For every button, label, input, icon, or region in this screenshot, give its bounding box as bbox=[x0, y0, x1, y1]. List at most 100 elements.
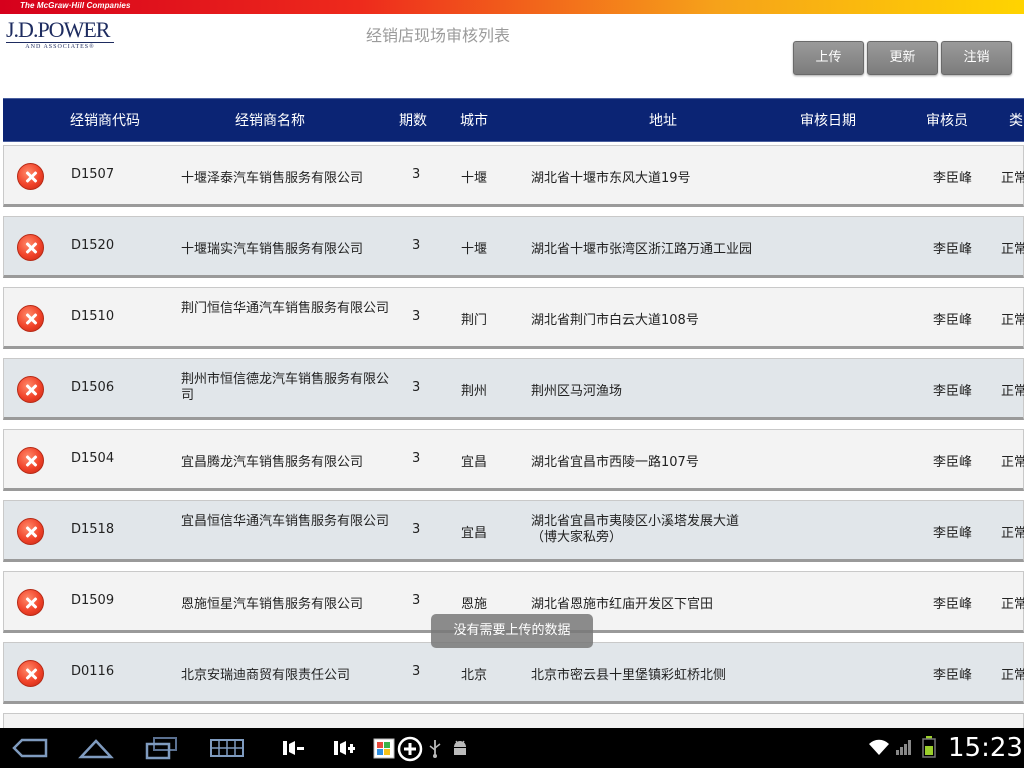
auditor: 李臣峰 bbox=[933, 668, 973, 683]
city: 荆门 bbox=[461, 313, 488, 328]
dealer-name: 十堰瑞实汽车销售服务有限公司 bbox=[181, 242, 364, 257]
volume-down-icon[interactable] bbox=[281, 737, 305, 759]
dealer-code: D1518 bbox=[71, 522, 115, 537]
dealer-code: D1510 bbox=[71, 309, 115, 324]
table-row[interactable]: D1507 十堰泽泰汽车销售服务有限公司 3 十堰 湖北省十堰市东风大道19号 … bbox=[3, 145, 1024, 207]
period: 3 bbox=[412, 238, 421, 253]
city: 北京 bbox=[461, 668, 488, 683]
keyboard-icon[interactable] bbox=[210, 739, 244, 757]
system-bar bbox=[0, 728, 1024, 768]
table-row[interactable]: D1506 荆州市恒信德龙汽车销售服务有限公司 3 荆州 荆州区马河渔场 李臣峰… bbox=[3, 358, 1024, 420]
type: 正常 bbox=[1001, 384, 1024, 399]
delete-icon[interactable] bbox=[17, 518, 44, 545]
dealer-name: 宜昌腾龙汽车销售服务有限公司 bbox=[181, 455, 364, 470]
toast-message: 没有需要上传的数据 bbox=[431, 614, 593, 648]
address: 湖北省宜昌市夷陵区小溪塔发展大道（博大家私旁） bbox=[531, 514, 740, 545]
type: 正常 bbox=[1001, 526, 1024, 541]
period: 3 bbox=[412, 380, 421, 395]
period: 3 bbox=[412, 593, 421, 608]
type: 正常 bbox=[1001, 668, 1024, 683]
battery-icon bbox=[922, 736, 936, 758]
volume-up-icon[interactable] bbox=[332, 737, 356, 759]
brand-strip: The McGraw·Hill Companies bbox=[0, 0, 1024, 14]
upload-button[interactable]: 上传 bbox=[793, 41, 864, 75]
type: 正常 bbox=[1001, 242, 1024, 257]
table-row[interactable]: D1520 十堰瑞实汽车销售服务有限公司 3 十堰 湖北省十堰市张湾区浙江路万通… bbox=[3, 216, 1024, 278]
city: 恩施 bbox=[461, 597, 488, 612]
system-clock: 15:23 bbox=[948, 733, 1023, 763]
delete-icon[interactable] bbox=[17, 660, 44, 687]
address: 湖北省恩施市红庙开发区下官田 bbox=[531, 597, 714, 612]
dealer-code: D1506 bbox=[71, 380, 115, 395]
dealer-name: 十堰泽泰汽车销售服务有限公司 bbox=[181, 171, 364, 186]
logout-button[interactable]: 注销 bbox=[941, 41, 1012, 75]
city: 十堰 bbox=[461, 242, 488, 257]
delete-icon[interactable] bbox=[17, 447, 44, 474]
auditor: 李臣峰 bbox=[933, 313, 973, 328]
city: 宜昌 bbox=[461, 455, 488, 470]
period: 3 bbox=[412, 309, 421, 324]
dealer-code: D1504 bbox=[71, 451, 115, 466]
column-header-period: 期数 bbox=[399, 113, 427, 129]
period: 3 bbox=[412, 664, 421, 679]
auditor: 李臣峰 bbox=[933, 526, 973, 541]
logo-sub-text: AND ASSOCIATES® bbox=[6, 42, 114, 51]
delete-icon[interactable] bbox=[17, 376, 44, 403]
city: 宜昌 bbox=[461, 526, 488, 541]
type: 正常 bbox=[1001, 313, 1024, 328]
table-row[interactable]: D1518 宜昌恒信华通汽车销售服务有限公司 3 宜昌 湖北省宜昌市夷陵区小溪塔… bbox=[3, 500, 1024, 562]
period: 3 bbox=[412, 451, 421, 466]
period: 3 bbox=[412, 167, 421, 182]
back-icon[interactable] bbox=[12, 738, 48, 758]
delete-icon[interactable] bbox=[17, 305, 44, 332]
table-row[interactable]: D1510 荆门恒信华通汽车销售服务有限公司 3 荆门 湖北省荆门市白云大道10… bbox=[3, 287, 1024, 349]
address: 湖北省荆门市白云大道108号 bbox=[531, 313, 699, 328]
auditor: 李臣峰 bbox=[933, 171, 973, 186]
dealer-name: 北京安瑞迪商贸有限责任公司 bbox=[181, 668, 351, 683]
page-title: 经销店现场审核列表 bbox=[366, 26, 511, 45]
dealer-code: D1509 bbox=[71, 593, 115, 608]
jdpower-logo: J.D.POWER AND ASSOCIATES® bbox=[6, 18, 116, 52]
gallery-icon bbox=[373, 738, 395, 759]
delete-icon[interactable] bbox=[17, 163, 44, 190]
table-header: 经销商代码 经销商名称 期数 城市 地址 审核日期 审核员 类 bbox=[3, 98, 1024, 142]
auditor: 李臣峰 bbox=[933, 384, 973, 399]
city: 十堰 bbox=[461, 171, 488, 186]
android-debug-icon bbox=[454, 740, 466, 755]
update-button[interactable]: 更新 bbox=[867, 41, 938, 75]
column-header-dealer-name: 经销商名称 bbox=[235, 113, 305, 129]
dealer-code: D1507 bbox=[71, 167, 115, 182]
column-header-audit-date: 审核日期 bbox=[800, 113, 856, 129]
address: 荆州区马河渔场 bbox=[531, 384, 623, 399]
address: 湖北省十堰市东风大道19号 bbox=[531, 171, 691, 186]
column-header-dealer-code: 经销商代码 bbox=[70, 113, 140, 129]
brand-strip-text: The McGraw·Hill Companies bbox=[20, 1, 131, 10]
delete-icon[interactable] bbox=[17, 234, 44, 261]
period: 3 bbox=[412, 522, 421, 537]
type: 正常 bbox=[1001, 171, 1024, 186]
recent-apps-icon[interactable] bbox=[144, 736, 180, 760]
dealer-name: 宜昌恒信华通汽车销售服务有限公司 bbox=[181, 514, 390, 529]
table-row[interactable]: D1504 宜昌腾龙汽车销售服务有限公司 3 宜昌 湖北省宜昌市西陵一路107号… bbox=[3, 429, 1024, 491]
delete-icon[interactable] bbox=[17, 589, 44, 616]
column-header-address: 地址 bbox=[649, 113, 677, 129]
dealer-name: 荆州市恒信德龙汽车销售服务有限公司 bbox=[181, 372, 390, 403]
type: 正常 bbox=[1001, 455, 1024, 470]
table-row[interactable]: D0116 北京安瑞迪商贸有限责任公司 3 北京 北京市密云县十里堡镇彩虹桥北侧… bbox=[3, 642, 1024, 704]
logo-main-text: J.D.POWER bbox=[6, 17, 110, 42]
auditor: 李臣峰 bbox=[933, 597, 973, 612]
table-row[interactable] bbox=[3, 713, 1024, 728]
dealer-code: D0116 bbox=[71, 664, 115, 679]
address: 湖北省宜昌市西陵一路107号 bbox=[531, 455, 699, 470]
address: 湖北省十堰市张湾区浙江路万通工业园 bbox=[531, 242, 753, 257]
type: 正常 bbox=[1001, 597, 1024, 612]
column-header-city: 城市 bbox=[460, 113, 488, 129]
column-header-auditor: 审核员 bbox=[926, 113, 968, 129]
auditor: 李臣峰 bbox=[933, 455, 973, 470]
city: 荆州 bbox=[461, 384, 488, 399]
home-icon[interactable] bbox=[78, 736, 114, 760]
column-header-type: 类 bbox=[1009, 113, 1023, 129]
wifi-icon bbox=[869, 739, 889, 755]
dealer-name: 荆门恒信华通汽车销售服务有限公司 bbox=[181, 301, 390, 316]
dealer-name: 恩施恒星汽车销售服务有限公司 bbox=[181, 597, 364, 612]
